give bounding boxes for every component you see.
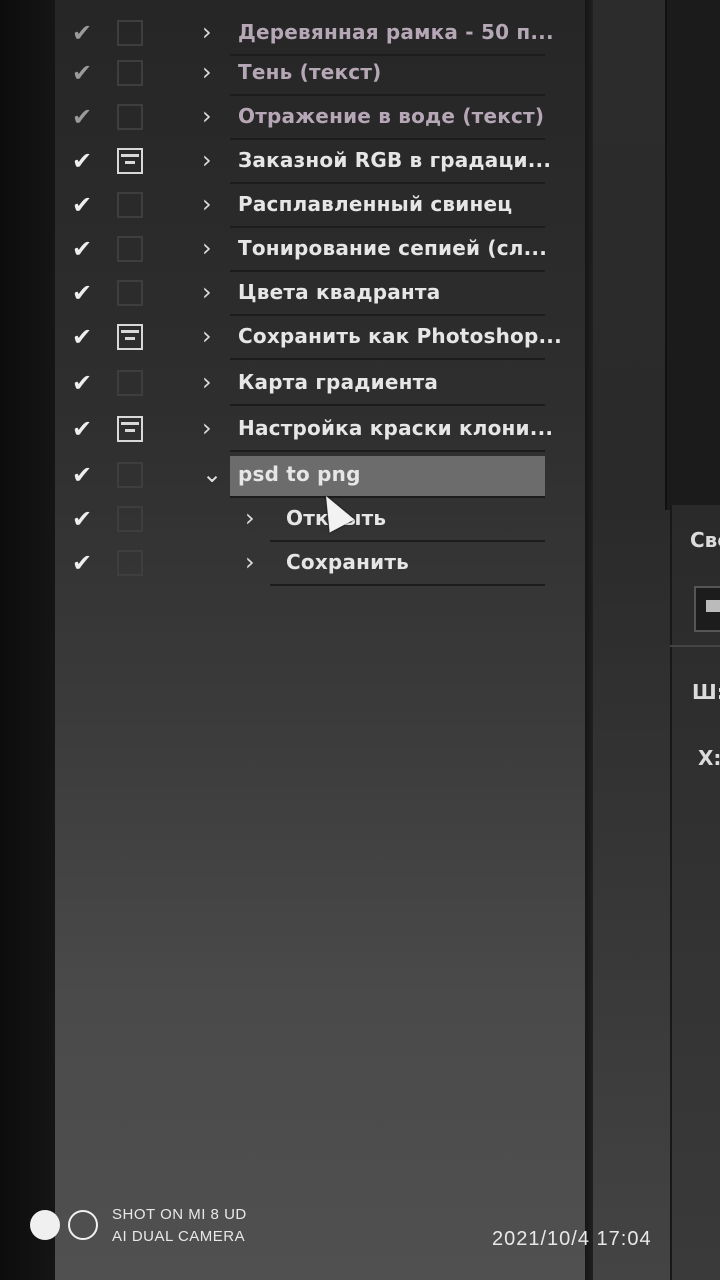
action-row[interactable]: ✔ › Цвета квадранта	[60, 272, 545, 316]
action-label: Тень (текст)	[238, 60, 382, 84]
row-separator	[230, 404, 545, 406]
properties-heading: Сво	[690, 528, 720, 552]
action-row[interactable]: ✔ ⌄ psd to png	[60, 454, 545, 498]
dialog-toggle-empty[interactable]	[117, 280, 143, 306]
chevron-right-icon[interactable]: ›	[202, 102, 222, 130]
checkmark-icon[interactable]: ✔	[72, 416, 98, 442]
checkmark-icon[interactable]: ✔	[72, 20, 98, 46]
action-label: Цвета квадранта	[238, 280, 441, 304]
checkmark-icon[interactable]: ✔	[72, 324, 98, 350]
row-separator	[230, 358, 545, 360]
chevron-right-icon[interactable]: ›	[202, 234, 222, 262]
photo-frame: Сво Ш: X: ✔ › Деревянная рамка - 50 п... ✔ ›…	[0, 0, 720, 1280]
dialog-toggle-empty[interactable]	[117, 104, 143, 130]
watermark-line2: AI DUAL CAMERA	[112, 1228, 246, 1245]
dialog-toggle-empty[interactable]	[117, 550, 143, 576]
chevron-down-icon[interactable]: ⌄	[202, 460, 222, 488]
checkmark-icon[interactable]: ✔	[72, 506, 98, 532]
chevron-right-icon[interactable]: ›	[202, 146, 222, 174]
checkmark-icon[interactable]: ✔	[72, 104, 98, 130]
camera-watermark-logo	[30, 1210, 100, 1242]
action-label: Сохранить	[286, 550, 410, 574]
action-label: Тонирование сепией (сл...	[238, 236, 548, 260]
chevron-right-icon[interactable]: ›	[202, 278, 222, 306]
action-row[interactable]: ✔ › Деревянная рамка - 50 п...	[60, 12, 554, 56]
chevron-right-icon[interactable]: ›	[245, 504, 265, 532]
x-label: X:	[698, 746, 720, 770]
checkmark-icon[interactable]: ✔	[72, 462, 98, 488]
width-label: Ш:	[692, 680, 720, 704]
dialog-toggle-empty[interactable]	[117, 506, 143, 532]
dialog-toggle-empty[interactable]	[117, 192, 143, 218]
action-row[interactable]: ✔ › Отражение в воде (текст)	[60, 96, 545, 140]
panel-divider[interactable]	[585, 0, 593, 1280]
chevron-right-icon[interactable]: ›	[202, 190, 222, 218]
dialog-toggle-empty[interactable]	[117, 20, 143, 46]
action-label: Настройка краски клони...	[238, 416, 554, 440]
action-row[interactable]: ✔ › Тень (текст)	[60, 52, 545, 96]
action-row[interactable]: ✔ › Тонирование сепией (сл...	[60, 228, 548, 272]
action-row[interactable]: ✔ › Расплавленный свинец	[60, 184, 545, 228]
action-label: psd to png	[238, 462, 361, 486]
checkmark-icon[interactable]: ✔	[72, 370, 98, 396]
action-row[interactable]: ✔ › Настройка краски клони...	[60, 408, 553, 452]
chevron-right-icon[interactable]: ›	[202, 18, 222, 46]
action-row[interactable]: ✔ › Карта градиента	[60, 362, 545, 406]
chevron-right-icon[interactable]: ›	[202, 414, 222, 442]
action-row[interactable]: ✔ › Сохранить	[60, 542, 545, 586]
row-separator	[230, 450, 545, 452]
dialog-toggle-icon[interactable]	[117, 324, 143, 350]
action-label: Карта градиента	[238, 370, 439, 394]
action-label: Деревянная рамка - 50 п...	[238, 20, 554, 44]
chevron-right-icon[interactable]: ›	[202, 368, 222, 396]
checkmark-icon[interactable]: ✔	[72, 236, 98, 262]
checkmark-icon[interactable]: ✔	[72, 148, 98, 174]
image-icon[interactable]	[694, 586, 720, 632]
checkmark-icon[interactable]: ✔	[72, 192, 98, 218]
dialog-toggle-icon[interactable]	[117, 148, 143, 174]
checkmark-icon[interactable]: ✔	[72, 60, 98, 86]
action-row[interactable]: ✔ › Открыть	[60, 498, 545, 542]
chevron-right-icon[interactable]: ›	[202, 58, 222, 86]
action-label: Сохранить как Photoshop...	[238, 324, 562, 348]
chevron-right-icon[interactable]: ›	[202, 322, 222, 350]
action-label: Отражение в воде (текст)	[238, 104, 545, 128]
checkmark-icon[interactable]: ✔	[72, 280, 98, 306]
action-label: Заказной RGB в градаци...	[238, 148, 552, 172]
action-label: Расплавленный свинец	[238, 192, 513, 216]
dialog-toggle-empty[interactable]	[117, 60, 143, 86]
checkmark-icon[interactable]: ✔	[72, 550, 98, 576]
chevron-right-icon[interactable]: ›	[245, 548, 265, 576]
dialog-toggle-icon[interactable]	[117, 416, 143, 442]
divider	[670, 645, 720, 647]
action-row[interactable]: ✔ › Сохранить как Photoshop...	[60, 316, 562, 360]
row-separator	[270, 584, 545, 586]
dialog-toggle-empty[interactable]	[117, 462, 143, 488]
action-row[interactable]: ✔ › Заказной RGB в градаци...	[60, 140, 551, 184]
dialog-toggle-empty[interactable]	[117, 236, 143, 262]
dialog-toggle-empty[interactable]	[117, 370, 143, 396]
right-sub-panel	[665, 0, 720, 510]
watermark-line1: SHOT ON MI 8 UD	[112, 1206, 247, 1223]
watermark-datetime: 2021/10/4 17:04	[492, 1228, 652, 1250]
